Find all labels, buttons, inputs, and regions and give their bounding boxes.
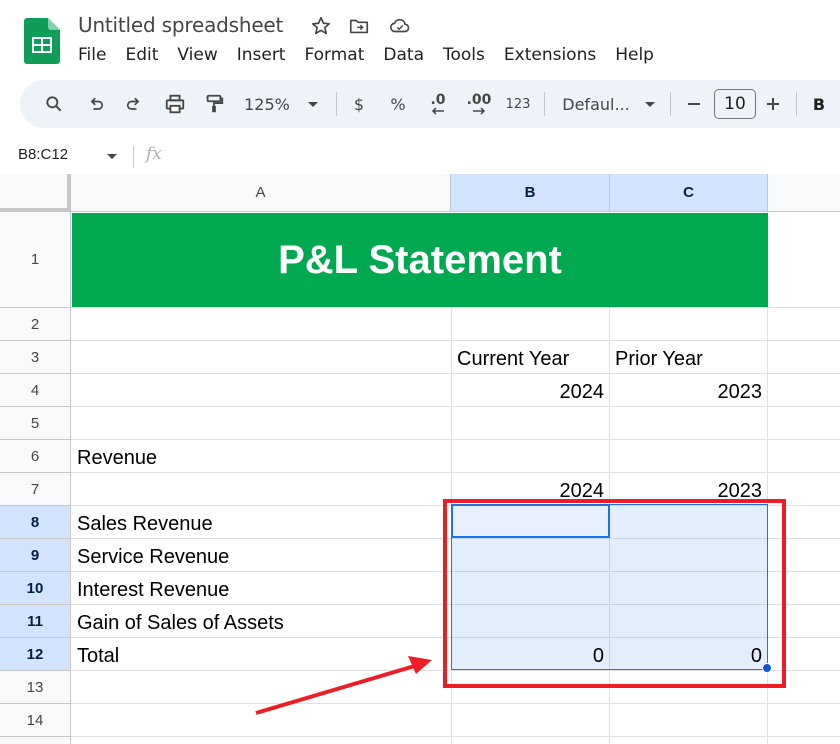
- cell-c4[interactable]: 2023: [611, 381, 763, 404]
- column-header-b[interactable]: B: [451, 174, 610, 212]
- font-family-select[interactable]: Defaul...: [560, 80, 632, 128]
- undo-icon: [90, 97, 104, 110]
- name-box-caret-icon[interactable]: [106, 153, 118, 161]
- arrow-right-icon: [473, 107, 486, 115]
- column-header-a[interactable]: A: [71, 174, 451, 212]
- cell-a8[interactable]: Sales Revenue: [77, 513, 213, 536]
- paint-format-icon: [206, 94, 224, 113]
- move-folder-icon[interactable]: [348, 15, 370, 37]
- paint-format-button[interactable]: [202, 80, 226, 128]
- cell-c3[interactable]: Prior Year: [615, 348, 703, 371]
- menu-edit[interactable]: Edit: [125, 45, 158, 65]
- cell-a12[interactable]: Total: [77, 645, 119, 668]
- row-header[interactable]: 5: [0, 407, 71, 440]
- font-family-dropdown[interactable]: [642, 80, 658, 128]
- grid-line: [71, 736, 840, 737]
- arrow-left-icon: [431, 107, 444, 115]
- sheet-grid: A B C 1 2 3 4 5 6 7 8 9 10 11 12 13 14 P…: [0, 174, 840, 744]
- row-header[interactable]: 8: [0, 506, 71, 539]
- menu-insert[interactable]: Insert: [237, 45, 286, 65]
- more-formats-button[interactable]: 123: [504, 80, 532, 128]
- star-icon[interactable]: [310, 15, 332, 37]
- toolbar-divider: [796, 92, 797, 116]
- menu-file[interactable]: File: [78, 45, 106, 65]
- grid-line: [71, 406, 840, 407]
- row-header[interactable]: 7: [0, 473, 71, 506]
- grid-line: [71, 340, 840, 341]
- document-title[interactable]: Untitled spreadsheet: [78, 13, 283, 37]
- increase-decimal-label: .00: [466, 92, 492, 108]
- increase-decimal-button[interactable]: .00: [464, 80, 494, 128]
- cell-b3[interactable]: Current Year: [457, 348, 569, 371]
- toolbar-divider: [670, 92, 671, 116]
- row-header[interactable]: 13: [0, 671, 71, 704]
- toolbar-divider: [336, 92, 337, 116]
- decrease-decimal-label: .0: [430, 92, 446, 108]
- column-header-c[interactable]: C: [610, 174, 768, 212]
- print-button[interactable]: [162, 80, 188, 128]
- zoom-dropdown[interactable]: [304, 80, 322, 128]
- formula-divider: [133, 146, 134, 168]
- row-header[interactable]: 1: [0, 212, 71, 308]
- sheets-logo-icon[interactable]: [24, 18, 60, 64]
- menu-data[interactable]: Data: [383, 45, 424, 65]
- grid-line: [71, 703, 840, 704]
- toolbar-divider: [544, 92, 545, 116]
- cell-a10[interactable]: Interest Revenue: [77, 579, 229, 602]
- decrease-font-size-button[interactable]: [684, 80, 704, 128]
- select-all-corner[interactable]: [0, 174, 71, 212]
- cell-b4[interactable]: 2024: [453, 381, 605, 404]
- row-header[interactable]: 2: [0, 308, 71, 341]
- increase-font-size-button[interactable]: [763, 80, 783, 128]
- zoom-select[interactable]: 125%: [244, 80, 290, 128]
- cell-a6[interactable]: Revenue: [77, 447, 157, 470]
- plus-icon: [767, 98, 779, 110]
- column-header-d[interactable]: [768, 174, 840, 212]
- font-size-input[interactable]: 10: [714, 89, 756, 119]
- title-banner-cell[interactable]: P&L Statement: [72, 213, 768, 307]
- row-header[interactable]: 12: [0, 638, 71, 671]
- name-box[interactable]: B8:C12: [18, 146, 68, 163]
- grid-line: [71, 472, 840, 473]
- row-header[interactable]: 14: [0, 704, 71, 737]
- menu-help[interactable]: Help: [615, 45, 654, 65]
- row-header[interactable]: 4: [0, 374, 71, 407]
- menu-bar: File Edit View Insert Format Data Tools …: [78, 45, 673, 65]
- menu-extensions[interactable]: Extensions: [504, 45, 596, 65]
- menu-view[interactable]: View: [177, 45, 217, 65]
- row-header[interactable]: 11: [0, 605, 71, 638]
- row-header[interactable]: [0, 737, 71, 744]
- fx-icon: fx: [146, 144, 162, 164]
- cell-a11[interactable]: Gain of Sales of Assets: [77, 612, 284, 635]
- search-icon: [46, 96, 62, 112]
- row-header[interactable]: 9: [0, 539, 71, 572]
- grid-line: [71, 373, 840, 374]
- caret-down-icon: [645, 102, 655, 107]
- cloud-saved-icon[interactable]: [389, 15, 411, 37]
- currency-format-button[interactable]: $: [350, 80, 368, 128]
- cell-a9[interactable]: Service Revenue: [77, 546, 229, 569]
- row-header[interactable]: 10: [0, 572, 71, 605]
- menu-format[interactable]: Format: [304, 45, 364, 65]
- grid-line: [71, 439, 840, 440]
- redo-icon: [126, 97, 140, 110]
- undo-button[interactable]: [84, 80, 108, 128]
- print-icon: [165, 94, 185, 114]
- search-menus-button[interactable]: [42, 80, 66, 128]
- caret-down-icon: [308, 102, 318, 107]
- redo-button[interactable]: [122, 80, 146, 128]
- menu-tools[interactable]: Tools: [443, 45, 485, 65]
- row-header[interactable]: 6: [0, 440, 71, 473]
- annotation-highlight-box: [443, 499, 786, 688]
- row-header[interactable]: 3: [0, 341, 71, 374]
- decrease-decimal-button[interactable]: .0: [424, 80, 452, 128]
- bold-button[interactable]: B: [808, 80, 830, 128]
- minus-icon: [688, 103, 700, 105]
- percent-format-button[interactable]: %: [388, 80, 408, 128]
- grid-line: [71, 307, 840, 308]
